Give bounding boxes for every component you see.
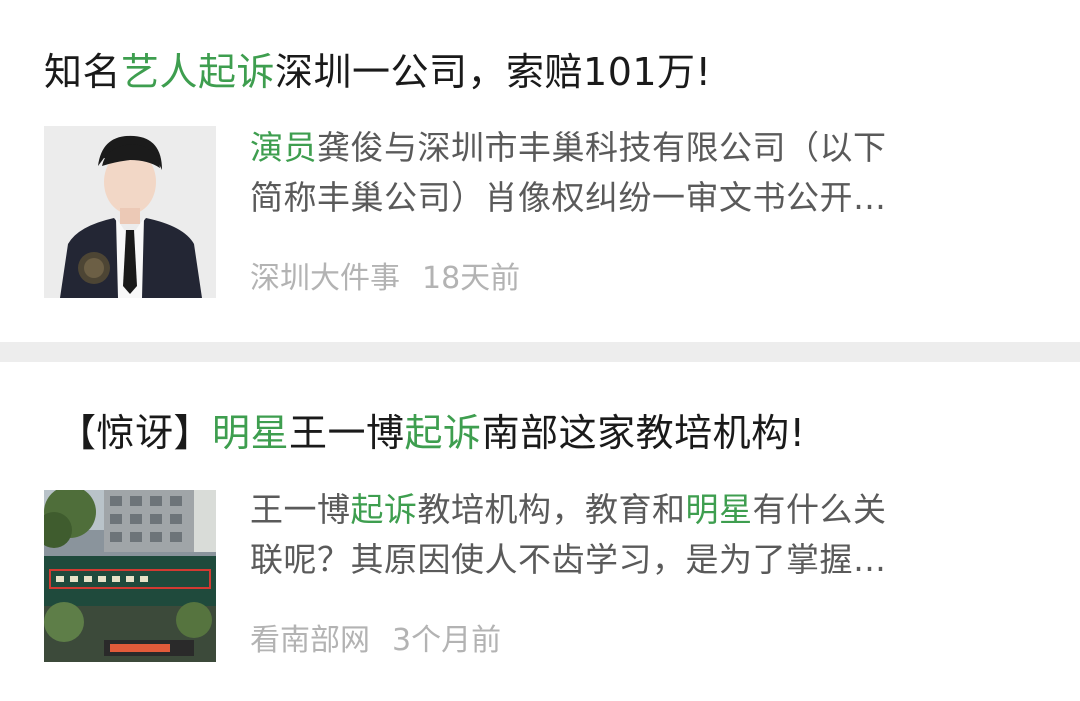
article-title[interactable]: 【惊讶】明星王一博起诉南部这家教培机构!: [58, 407, 805, 459]
news-item-1[interactable]: 知名艺人起诉深圳一公司，索赔101万! 演员龚俊与深圳市丰巢科技有限公司（以下 …: [0, 0, 1080, 342]
summary-text: 龚俊与深圳市丰巢科技有限公司（以下: [317, 128, 887, 167]
article-source: 深圳大件事: [250, 261, 400, 296]
title-text: 南部这家教培机构!: [481, 411, 806, 455]
article-meta: 看南部网 3个月前: [250, 621, 501, 661]
article-time: 18天前: [422, 261, 521, 296]
building-storefront-image: [44, 490, 216, 662]
news-item-2[interactable]: 【惊讶】明星王一博起诉南部这家教培机构! 王一博起诉教培机构，教育和明星有什么关…: [0, 362, 1080, 701]
summary-highlight: 演员: [250, 128, 317, 167]
title-highlight: 艺人起诉: [121, 50, 276, 94]
title-text: 深圳一公司，索赔101万!: [275, 50, 712, 94]
article-source: 看南部网: [250, 623, 370, 658]
section-divider: [0, 342, 1080, 362]
article-title[interactable]: 知名艺人起诉深圳一公司，索赔101万!: [44, 46, 711, 98]
summary-line-2: 简称丰巢公司）肖像权纠纷一审文书公开…: [250, 178, 887, 217]
summary-line-1: 演员龚俊与深圳市丰巢科技有限公司（以下: [250, 123, 1020, 173]
summary-line-1: 王一博起诉教培机构，教育和明星有什么关: [250, 485, 1020, 535]
title-text: 知名: [44, 50, 122, 94]
article-thumbnail[interactable]: [44, 490, 216, 662]
article-time: 3个月前: [392, 623, 502, 658]
summary-text: 有什么关: [752, 490, 887, 529]
title-text: 【惊讶】: [58, 411, 213, 455]
summary-highlight: 明星: [685, 490, 753, 529]
article-meta: 深圳大件事 18天前: [250, 259, 520, 299]
title-highlight: 起诉: [404, 411, 482, 455]
summary-highlight: 起诉: [350, 490, 418, 529]
article-summary[interactable]: 演员龚俊与深圳市丰巢科技有限公司（以下 简称丰巢公司）肖像权纠纷一审文书公开…: [250, 123, 1020, 223]
summary-text: 王一博: [250, 490, 351, 529]
article-summary[interactable]: 王一博起诉教培机构，教育和明星有什么关 联呢？其原因使人不齿学习，是为了掌握…: [250, 485, 1020, 585]
article-thumbnail[interactable]: [44, 126, 216, 298]
title-text: 王一博: [289, 411, 405, 455]
summary-line-2: 联呢？其原因使人不齿学习，是为了掌握…: [250, 540, 887, 579]
person-portrait-image: [44, 126, 216, 298]
summary-text: 教培机构，教育和: [417, 490, 686, 529]
title-highlight: 明星: [212, 411, 290, 455]
